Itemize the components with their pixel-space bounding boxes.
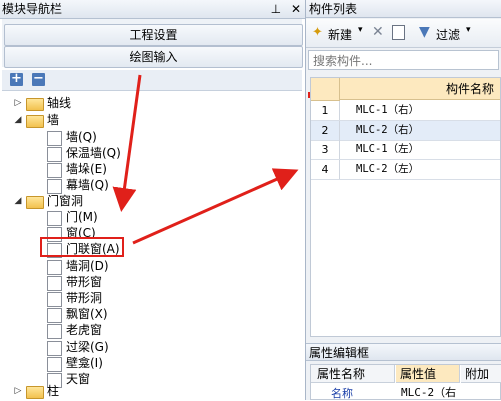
copy-icon[interactable]: [392, 25, 405, 40]
new-icon: ✦: [312, 25, 323, 40]
row-number: 4: [311, 159, 340, 179]
delete-icon[interactable]: ✕: [372, 24, 384, 40]
component-name-cell[interactable]: MLC-1（左）: [356, 140, 419, 159]
property-value-header[interactable]: 属性值: [396, 365, 460, 383]
component-table: 构件名称 1 MLC-1（右） 2 MLC-2（右） 3 MLC-1（左） 4 MLC-2（左…: [310, 77, 501, 337]
new-button[interactable]: 新建: [328, 26, 352, 43]
component-list-title: 构件列表: [306, 0, 501, 18]
component-name-cell[interactable]: MLC-2（左）: [356, 160, 419, 179]
row-number: 2: [311, 120, 340, 140]
arrow-right: [132, 168, 299, 245]
table-row[interactable]: 4 MLC-2（左）: [311, 159, 500, 180]
property-editor-title: 属性编辑框: [306, 343, 501, 361]
property-extra-header[interactable]: 附加: [461, 365, 501, 383]
dropdown-arrow-icon[interactable]: ▾: [466, 25, 471, 35]
filter-icon: ▼: [419, 24, 430, 40]
property-table: 属性名称 属性值 附加 名称 MLC-2（右: [310, 364, 501, 400]
component-search-input[interactable]: 搜索构件...: [308, 50, 499, 70]
row-number-header: [311, 78, 340, 101]
table-row[interactable]: 1 MLC-1（右）: [311, 101, 500, 121]
dropdown-arrow-icon[interactable]: ▾: [358, 25, 363, 35]
table-row[interactable]: 2 MLC-2（右）: [311, 120, 500, 141]
property-name-header[interactable]: 属性名称: [311, 365, 395, 383]
table-row[interactable]: 3 MLC-1（左）: [311, 140, 500, 160]
component-name-cell[interactable]: MLC-1（右）: [356, 101, 419, 120]
filter-button[interactable]: 过滤: [436, 26, 460, 43]
arrow-down: [112, 74, 142, 212]
row-number: 3: [311, 140, 340, 159]
column-header-name[interactable]: 构件名称: [340, 78, 500, 100]
property-row-value[interactable]: MLC-2（右: [401, 384, 456, 400]
property-row-name: 名称: [331, 387, 353, 400]
component-list-panel: 构件列表 ✦ 新建 ▾ ✕ ▼ 过滤 ▾ 搜索构件... 构件名称 1 MLC-1…: [306, 0, 501, 400]
component-toolbar: ✦ 新建 ▾ ✕ ▼ 过滤 ▾: [306, 19, 501, 48]
row-number: 1: [311, 101, 340, 120]
component-name-cell[interactable]: MLC-2（右）: [356, 121, 419, 140]
